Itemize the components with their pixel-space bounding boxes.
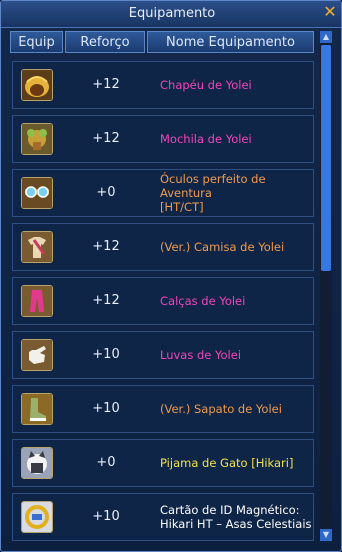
item-name: (Ver.) Camisa de Yolei	[160, 240, 285, 254]
shoes-icon[interactable]	[21, 393, 53, 425]
header-nome-equipamento[interactable]: Nome Equipamento	[147, 31, 314, 53]
item-name: Mochila de Yolei	[160, 132, 252, 146]
scroll-thumb[interactable]	[321, 45, 331, 271]
equipment-row[interactable]: +12 Mochila de Yolei	[12, 115, 314, 163]
goggles-icon[interactable]	[21, 177, 53, 209]
backpack-icon[interactable]	[21, 123, 53, 155]
equipment-list: +12 Chapéu de Yolei +12 Mochila de Yolei…	[12, 61, 314, 547]
reforco-value: +0	[96, 185, 116, 200]
reforco-value: +0	[96, 455, 116, 470]
reforco-value: +10	[92, 509, 120, 524]
table-header: Equip Reforço Nome Equipamento	[10, 31, 314, 53]
scroll-track[interactable]	[320, 43, 332, 529]
item-name: Chapéu de Yolei	[160, 78, 252, 92]
equipment-window: Equipamento ✕ Equip Reforço Nome Equipam…	[0, 0, 342, 552]
equipment-row[interactable]: +10 (Ver.) Sapato de Yolei	[12, 385, 314, 433]
equipment-row[interactable]: +0 Pijama de Gato [Hikari]	[12, 439, 314, 487]
item-name: Cartão de ID Magnético: Hikari HT – Asas…	[160, 503, 312, 531]
equipment-row[interactable]: +10 Cartão de ID Magnético: Hikari HT – …	[12, 493, 314, 541]
reforco-value: +10	[92, 401, 120, 416]
item-name: Óculos perfeito de Aventura [HT/CT]	[160, 172, 266, 214]
window-title: Equipamento	[128, 6, 216, 21]
hat-icon[interactable]	[21, 69, 53, 101]
equipment-row[interactable]: +12 (Ver.) Camisa de Yolei	[12, 223, 314, 271]
item-name: Pijama de Gato [Hikari]	[160, 456, 294, 470]
pants-icon[interactable]	[21, 285, 53, 317]
header-reforco[interactable]: Reforço	[65, 31, 145, 53]
scrollbar[interactable]: ▲ ▼	[320, 31, 332, 541]
equipment-row[interactable]: +12 Chapéu de Yolei	[12, 61, 314, 109]
item-name: (Ver.) Sapato de Yolei	[160, 402, 282, 416]
scroll-up-icon[interactable]: ▲	[320, 31, 332, 43]
close-icon[interactable]: ✕	[321, 3, 339, 21]
cat-pajama-icon[interactable]	[21, 447, 53, 479]
reforco-value: +10	[92, 347, 120, 362]
item-name: Calças de Yolei	[160, 294, 246, 308]
equipment-row[interactable]: +10 Luvas de Yolei	[12, 331, 314, 379]
id-card-icon[interactable]	[21, 501, 53, 533]
reforco-value: +12	[92, 293, 120, 308]
gloves-icon[interactable]	[21, 339, 53, 371]
equipment-row[interactable]: +0 Óculos perfeito de Aventura [HT/CT]	[12, 169, 314, 217]
title-bar: Equipamento ✕	[1, 1, 341, 28]
reforco-value: +12	[92, 239, 120, 254]
header-equip[interactable]: Equip	[10, 31, 63, 53]
equipment-row[interactable]: +12 Calças de Yolei	[12, 277, 314, 325]
reforco-value: +12	[92, 131, 120, 146]
scroll-down-icon[interactable]: ▼	[320, 529, 332, 541]
reforco-value: +12	[92, 77, 120, 92]
shirt-icon[interactable]	[21, 231, 53, 263]
item-name: Luvas de Yolei	[160, 348, 242, 362]
